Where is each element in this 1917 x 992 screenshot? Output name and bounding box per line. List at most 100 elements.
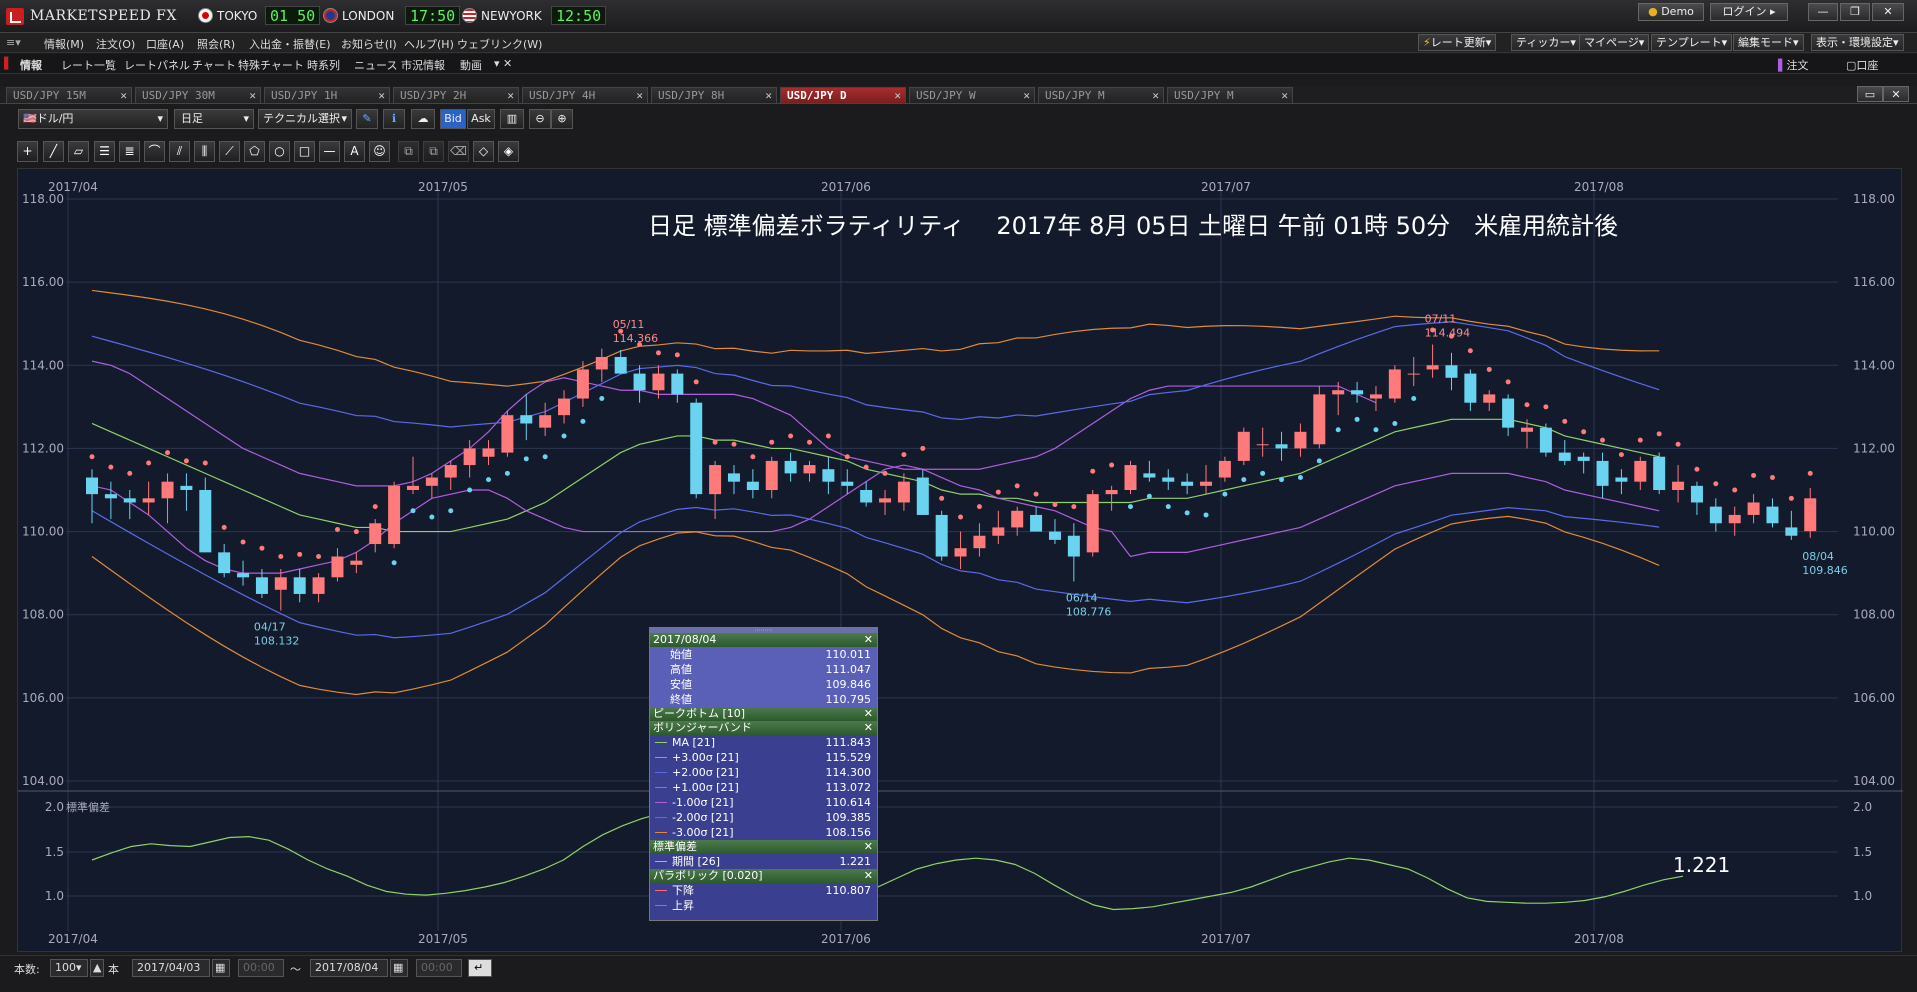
fibonacci-icon[interactable]: ≣ [119,141,140,162]
close-icon[interactable]: ✕ [636,88,643,103]
nav-special-chart[interactable]: 特殊チャート [238,57,304,73]
menu-toggle-icon[interactable]: ≡▾ [6,36,21,49]
chart-tab[interactable]: USD/JPY 1H ✕ [264,87,390,104]
close-icon[interactable]: ✕ [864,721,873,735]
nav-news[interactable]: ニュース [354,57,397,73]
pen-icon[interactable]: ✎ [356,109,378,129]
nav-rate-panel[interactable]: レートパネル [124,57,190,73]
nav-info[interactable]: 情報 [20,57,42,73]
close-icon[interactable]: ✕ [378,88,385,103]
chart-tab[interactable]: USD/JPY W ✕ [909,87,1035,104]
nav-timeseries[interactable]: 時系列 [307,57,340,73]
pair-select[interactable]: 🇺🇸ドル/円 ▾ [18,109,168,129]
delete-icon[interactable]: ⌫ [448,141,469,162]
fan-icon[interactable]: ⫽ [169,141,190,162]
close-icon[interactable]: ✕ [249,88,256,103]
close-icon[interactable]: ✕ [864,707,873,721]
close-chart-icon[interactable]: ✕ [1883,86,1909,102]
chart-tab[interactable]: USD/JPY 15M ✕ [6,87,132,104]
clear-icon[interactable]: ◈ [498,141,519,162]
bid-button[interactable]: Bid [440,109,466,129]
crosshair-icon[interactable]: + [17,141,38,162]
chart-tab[interactable]: USD/JPY M ✕ [1167,87,1293,104]
rectangle-icon[interactable]: □ [294,141,315,162]
mypage-button[interactable]: マイページ▾ [1579,34,1650,51]
close-icon[interactable]: ✕ [864,840,873,854]
close-icon[interactable]: ✕ [507,88,514,103]
close-icon[interactable]: ✕ [864,869,873,883]
close-icon[interactable]: ✕ [1872,3,1904,21]
trendline-icon[interactable]: ╱ [43,141,64,162]
menu-order[interactable]: 注文(O) [96,36,135,52]
gann-icon[interactable]: ⟋ [219,141,240,162]
chart-area[interactable]: 118.00 118.00 116.00 116.00 114.00 114.00 112.… [17,168,1903,953]
menu-notice[interactable]: お知らせ(I) [341,36,397,52]
demo-button[interactable]: ● Demo [1638,3,1704,21]
close-icon[interactable]: ✕ [1281,88,1288,103]
chart-type-icon[interactable]: ▥ [500,109,524,129]
chart-tab[interactable]: USD/JPY 8H ✕ [651,87,777,104]
chart-tab[interactable]: USD/JPY M ✕ [1038,87,1164,104]
menu-help[interactable]: ヘルプ(H) [404,36,454,52]
to-date-input[interactable]: 2017/08/04 [310,959,388,977]
copy-icon[interactable]: ⧉ [398,141,419,162]
data-window[interactable]: ⋯⋯⋯ 2017/08/04 ✕ 始値 110.011 高値 111.047 安値 109.… [649,627,878,921]
info-icon[interactable]: ℹ [383,109,405,129]
from-date-input[interactable]: 2017/04/03 [132,959,210,977]
technical-select[interactable]: テクニカル選択 ▾ [258,109,352,129]
calendar-icon[interactable]: ▦ [212,959,230,977]
count-up-icon[interactable]: ▲ [90,959,104,977]
text-icon[interactable]: A [344,141,365,162]
zoom-out-icon[interactable]: ⊖ [529,109,551,129]
nav-video[interactable]: 動画 [460,57,482,73]
hline-icon[interactable]: — [319,141,340,162]
login-button[interactable]: ログイン ▸ [1710,3,1788,21]
to-time-input[interactable]: 00:00 [416,959,462,977]
edit-mode-button[interactable]: 編集モード▾ [1733,34,1804,51]
count-select[interactable]: 100▾ [50,959,88,977]
close-icon[interactable]: ✕ [894,88,901,103]
ticker-button[interactable]: ティッカー▾ [1511,34,1581,51]
rate-update-button[interactable]: ⚡レート更新▾ [1418,34,1497,51]
nav-more-icon[interactable]: ▾ ✕ [494,57,512,70]
circle-icon[interactable]: ○ [269,141,290,162]
close-icon[interactable]: ✕ [1023,88,1030,103]
hlines-icon[interactable]: ☰ [94,141,115,162]
cloud-icon[interactable]: ☁ [411,109,435,129]
close-icon[interactable]: ✕ [765,88,772,103]
nav-account[interactable]: ▢口座 [1846,57,1878,73]
menu-info[interactable]: 情報(M) [44,36,84,52]
menu-weblink[interactable]: ウェブリンク(W) [457,36,542,52]
paste-icon[interactable]: ⧉ [423,141,444,162]
nav-rate-list[interactable]: レート一覧 [61,57,116,73]
nav-market-info[interactable]: 市況情報 [401,57,445,73]
nav-order[interactable]: ▌注文 [1778,57,1808,73]
minimize-icon[interactable]: — [1808,3,1838,21]
display-settings-button[interactable]: 表示・環境設定▾ [1811,34,1904,51]
refresh-icon[interactable]: ↵ [468,959,492,977]
ask-button[interactable]: Ask [467,109,495,129]
zoom-in-icon[interactable]: ⊕ [551,109,573,129]
icon-stamp-icon[interactable]: ☺ [369,141,390,162]
price-chart[interactable]: 118.00 118.00 116.00 116.00 114.00 114.00 112.… [18,169,1903,953]
restore-icon[interactable]: ❐ [1840,3,1870,21]
chart-tab[interactable]: USD/JPY D ✕ [780,87,906,104]
pentagon-icon[interactable]: ⬠ [244,141,265,162]
close-icon[interactable]: ✕ [1152,88,1159,103]
chart-tab[interactable]: USD/JPY 2H ✕ [393,87,519,104]
close-icon[interactable]: ✕ [864,633,873,647]
template-button[interactable]: テンプレート▾ [1651,34,1733,51]
cycle-lines-icon[interactable]: ⫼ [194,141,215,162]
eraser-icon[interactable]: ◇ [473,141,494,162]
nav-chart[interactable]: チャート [192,57,236,73]
ruler-icon[interactable]: ▱ [68,141,89,162]
calendar-icon[interactable]: ▦ [390,959,408,977]
from-time-input[interactable]: 00:00 [238,959,284,977]
menu-account[interactable]: 口座(A) [146,36,184,52]
close-icon[interactable]: ✕ [120,88,127,103]
menu-inquiry[interactable]: 照会(R) [197,36,235,52]
menu-deposit[interactable]: 入出金・振替(E) [249,36,331,52]
timeframe-select[interactable]: 日足 ▾ [174,109,254,129]
arc-icon[interactable]: ⌒ [144,141,165,162]
maximize-chart-icon[interactable]: ▭ [1857,86,1883,102]
